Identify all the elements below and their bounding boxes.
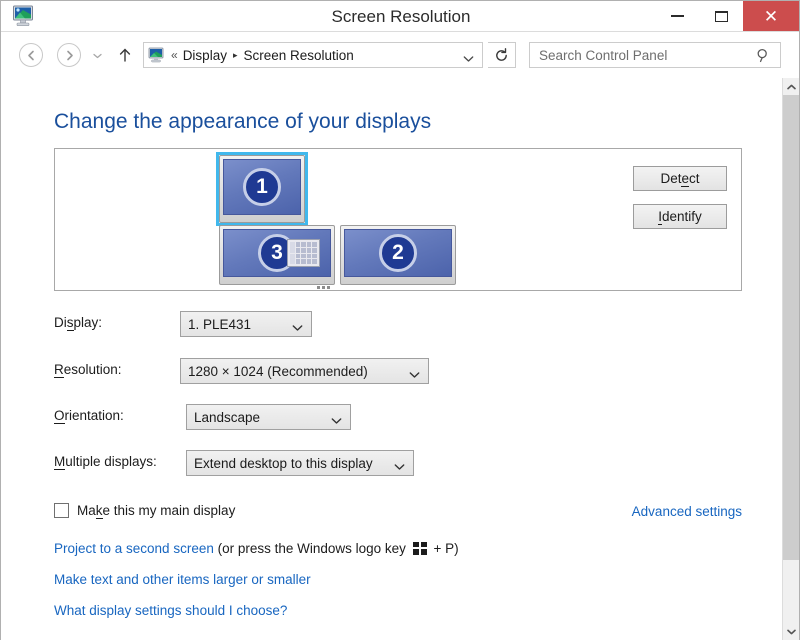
detect-button[interactable]: Detect [633,166,727,191]
project-to-second-screen-link[interactable]: Project to a second screen [54,541,214,556]
title-bar: Screen Resolution ✕ [1,1,799,31]
scroll-thumb[interactable] [783,95,799,560]
display-monitor-2[interactable]: 2 [340,225,456,285]
detect-label-accel: e [681,171,689,187]
detect-label-post: ct [689,171,700,186]
windows-logo-key-icon [413,542,427,555]
minimize-button[interactable] [655,1,699,31]
search-input[interactable] [537,47,741,64]
display-select[interactable]: 1. PLE431 [180,311,312,337]
page-title: Change the appearance of your displays [54,110,431,134]
multiple-displays-row: Multiple displays: Extend desktop to thi… [54,450,454,476]
display-row: Display: 1. PLE431 [54,311,454,337]
chevron-down-icon[interactable] [292,320,303,335]
recent-locations-chevron-down-icon[interactable] [91,51,103,61]
breadcrumb-separator-icon[interactable]: ▸ [233,50,238,61]
multiple-displays-label: Multiple displays: [54,454,157,469]
address-bar[interactable]: « Display ▸ Screen Resolution [143,42,483,68]
chevron-down-icon[interactable] [394,459,405,474]
project-hint-post: + P) [430,541,459,556]
identify-label-post: dentify [662,209,702,224]
main-display-checkbox-row[interactable]: Make this my main display [54,503,235,518]
breadcrumb-segment-display[interactable]: Display [183,48,227,63]
main-display-checkbox-label[interactable]: Make this my main display [77,503,235,518]
chevron-down-icon[interactable] [331,413,342,428]
project-to-second-screen-line: Project to a second screen (or press the… [54,541,459,556]
scroll-up-button[interactable] [783,78,799,95]
resolution-select-value: 1280 × 1024 (Recommended) [188,364,368,379]
display-monitor-3[interactable]: 3 [219,225,335,285]
close-button[interactable]: ✕ [743,1,799,31]
address-display-icon [148,47,166,63]
resolution-label: Resolution: [54,362,122,377]
content-area: Change the appearance of your displays 1… [1,78,783,640]
main-display-checkbox[interactable] [54,503,69,518]
back-icon[interactable] [19,43,43,67]
display-select-value: 1. PLE431 [188,317,251,332]
screen-resolution-window: Screen Resolution ✕ [0,0,800,640]
make-text-larger-link[interactable]: Make text and other items larger or smal… [54,572,311,587]
scroll-down-button[interactable] [783,623,799,640]
window-controls: ✕ [655,1,799,31]
navigation-bar: « Display ▸ Screen Resolution [1,31,799,78]
address-chevron-down-icon[interactable] [463,50,474,68]
resolution-select[interactable]: 1280 × 1024 (Recommended) [180,358,429,384]
display-monitor-1[interactable]: 1 [219,155,305,223]
touch-keyboard-icon [287,239,320,267]
project-hint-pre: (or press the Windows logo key [214,541,410,556]
breadcrumb-segment-screen-resolution[interactable]: Screen Resolution [243,48,353,63]
detect-label-pre: Det [660,171,681,186]
maximize-button[interactable] [699,1,743,31]
search-box[interactable] [529,42,781,68]
help-line: What display settings should I choose? [54,603,287,618]
orientation-row: Orientation: Landscape [54,404,454,430]
multiple-displays-select[interactable]: Extend desktop to this display [186,450,414,476]
chevron-down-icon[interactable] [409,367,420,382]
refresh-icon[interactable] [488,42,516,68]
orientation-select-value: Landscape [194,410,260,425]
forward-icon[interactable] [57,43,81,67]
up-arrow-icon[interactable] [114,44,136,66]
vertical-scrollbar[interactable] [782,78,799,640]
what-display-settings-link[interactable]: What display settings should I choose? [54,603,287,618]
monitor-indicator-dots [317,286,330,289]
resolution-row: Resolution: 1280 × 1024 (Recommended) [54,358,454,384]
multiple-displays-select-value: Extend desktop to this display [194,456,373,471]
search-icon[interactable] [756,48,771,68]
identify-button[interactable]: Identify [633,204,727,229]
text-size-line: Make text and other items larger or smal… [54,572,311,587]
orientation-select[interactable]: Landscape [186,404,351,430]
display-label: Display: [54,315,102,330]
display-number-1: 1 [243,168,281,206]
display-arrangement-panel[interactable]: 1 3 [54,148,742,291]
orientation-label: Orientation: [54,408,124,423]
breadcrumb-overflow[interactable]: « [171,48,178,62]
advanced-settings-link[interactable]: Advanced settings [632,504,742,519]
display-number-2: 2 [379,234,417,272]
